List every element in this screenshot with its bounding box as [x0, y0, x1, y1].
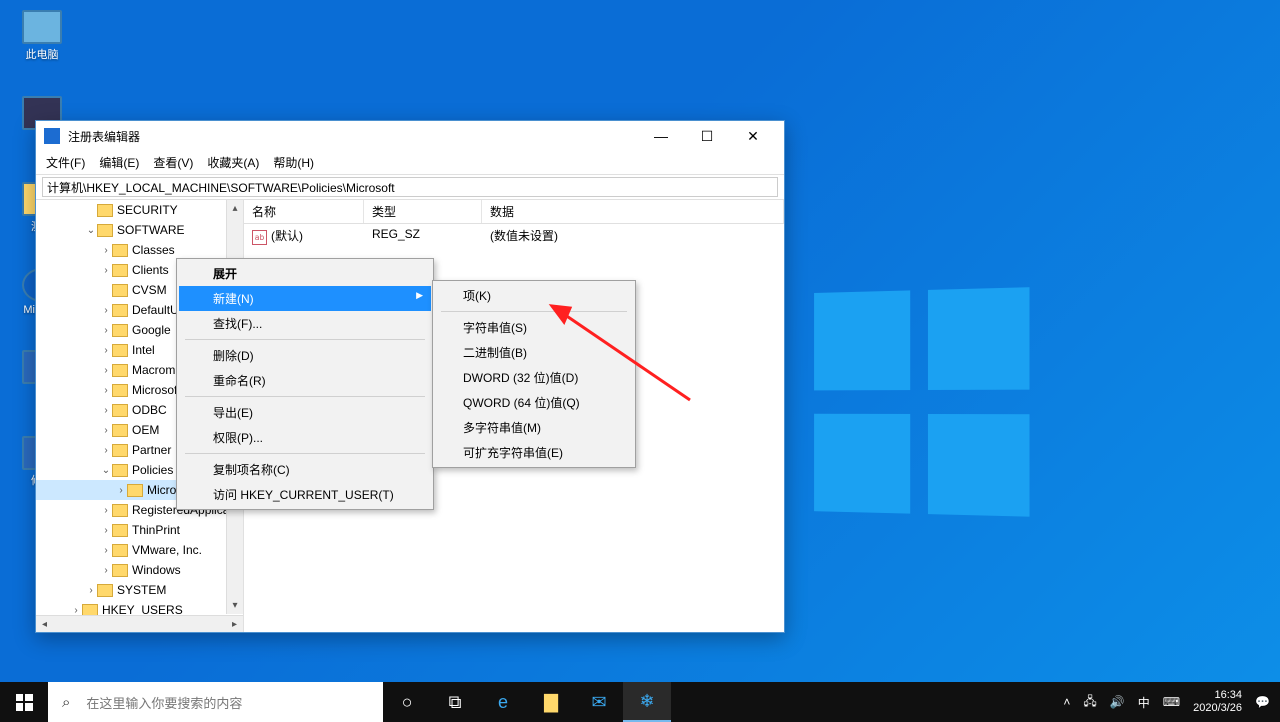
tree-scrollbar-horizontal[interactable]: ◂▸ [36, 615, 243, 632]
folder-icon [112, 244, 128, 257]
col-type[interactable]: 类型 [364, 200, 482, 223]
ctx-export[interactable]: 导出(E) [179, 400, 431, 425]
string-value-icon: ab [252, 230, 267, 245]
menu-edit[interactable]: 编辑(E) [99, 154, 139, 171]
tree-item[interactable]: SECURITY [36, 200, 243, 220]
tree-item[interactable]: ›ThinPrint [36, 520, 243, 540]
menu-file[interactable]: 文件(F) [46, 154, 85, 171]
tray-keyboard-icon[interactable]: ⌨ [1163, 695, 1180, 709]
folder-icon [112, 544, 128, 557]
search-box[interactable]: ⌕ 在这里输入你要搜索的内容 [48, 682, 383, 722]
folder-icon [127, 484, 143, 497]
folder-icon [97, 204, 113, 217]
folder-icon [112, 264, 128, 277]
folder-icon [97, 224, 113, 237]
tray-notifications-icon[interactable]: 💬 [1255, 695, 1270, 709]
folder-icon [112, 564, 128, 577]
separator [441, 311, 627, 312]
tree-item[interactable]: ›SYSTEM [36, 580, 243, 600]
taskbar-app-active[interactable]: ❄ [623, 682, 671, 722]
titlebar[interactable]: 注册表编辑器 — ☐ ✕ [36, 121, 784, 151]
separator [185, 339, 425, 340]
folder-icon [112, 284, 128, 297]
new-submenu: 项(K) 字符串值(S) 二进制值(B) DWORD (32 位)值(D) QW… [432, 280, 636, 468]
folder-icon [112, 424, 128, 437]
folder-icon [112, 404, 128, 417]
taskview-icon[interactable]: ⧉ [431, 682, 479, 722]
tree-item[interactable]: ›Windows [36, 560, 243, 580]
folder-icon [112, 384, 128, 397]
folder-icon [112, 304, 128, 317]
address-bar [36, 175, 784, 200]
tray-ime[interactable]: 中 [1138, 694, 1150, 711]
separator [185, 396, 425, 397]
tray-chevron-icon[interactable]: ˄ [1063, 695, 1070, 709]
tree-item[interactable]: ›Classes [36, 240, 243, 260]
ctx-rename[interactable]: 重命名(R) [179, 368, 431, 393]
windows-logo-bg [814, 287, 1042, 523]
folder-icon [112, 444, 128, 457]
new-qword[interactable]: QWORD (64 位)值(Q) [435, 390, 633, 415]
new-multistring[interactable]: 多字符串值(M) [435, 415, 633, 440]
folder-icon [112, 504, 128, 517]
ctx-expand[interactable]: 展开 [179, 261, 431, 286]
new-string[interactable]: 字符串值(S) [435, 315, 633, 340]
regedit-icon [44, 128, 60, 144]
start-button[interactable] [0, 682, 48, 722]
edge-icon[interactable]: e [479, 682, 527, 722]
search-icon: ⌕ [62, 694, 70, 711]
new-dword[interactable]: DWORD (32 位)值(D) [435, 365, 633, 390]
explorer-icon[interactable]: ▇ [527, 682, 575, 722]
new-key[interactable]: 项(K) [435, 283, 633, 308]
col-data[interactable]: 数据 [482, 200, 784, 223]
context-menu: 展开 新建(N) 查找(F)... 删除(D) 重命名(R) 导出(E) 权限(… [176, 258, 434, 510]
tray-clock[interactable]: 16:34 2020/3/26 [1193, 689, 1242, 715]
tree-item[interactable]: ›VMware, Inc. [36, 540, 243, 560]
search-placeholder: 在这里输入你要搜索的内容 [86, 693, 242, 712]
menu-view[interactable]: 查看(V) [153, 154, 193, 171]
list-header: 名称 类型 数据 [244, 200, 784, 224]
ctx-copy-keyname[interactable]: 复制项名称(C) [179, 457, 431, 482]
folder-icon [112, 524, 128, 537]
folder-icon [112, 324, 128, 337]
folder-icon [112, 344, 128, 357]
menu-favorites[interactable]: 收藏夹(A) [207, 154, 259, 171]
minimize-button[interactable]: — [638, 121, 684, 151]
ctx-goto-hkcu[interactable]: 访问 HKEY_CURRENT_USER(T) [179, 482, 431, 507]
ctx-delete[interactable]: 删除(D) [179, 343, 431, 368]
ctx-permissions[interactable]: 权限(P)... [179, 425, 431, 450]
list-row[interactable]: ab(默认) REG_SZ (数值未设置) [244, 224, 784, 248]
ctx-find[interactable]: 查找(F)... [179, 311, 431, 336]
col-name[interactable]: 名称 [244, 200, 364, 223]
taskbar: ⌕ 在这里输入你要搜索的内容 ○ ⧉ e ▇ ✉ ❄ ˄ 🖧 🔊 中 ⌨ 16:… [0, 682, 1280, 722]
folder-icon [112, 364, 128, 377]
new-binary[interactable]: 二进制值(B) [435, 340, 633, 365]
window-title: 注册表编辑器 [68, 128, 638, 145]
ctx-new[interactable]: 新建(N) [179, 286, 431, 311]
tray-network-icon[interactable]: 🖧 [1083, 692, 1096, 713]
separator [185, 453, 425, 454]
tree-item[interactable]: ⌄SOFTWARE [36, 220, 243, 240]
menu-help[interactable]: 帮助(H) [273, 154, 314, 171]
tray-volume-icon[interactable]: 🔊 [1110, 695, 1125, 709]
maximize-button[interactable]: ☐ [684, 121, 730, 151]
close-button[interactable]: ✕ [730, 121, 776, 151]
new-expandstring[interactable]: 可扩充字符串值(E) [435, 440, 633, 465]
desktop-icon-pc[interactable]: 此电脑 [6, 10, 78, 62]
cortana-icon[interactable]: ○ [383, 682, 431, 722]
menubar: 文件(F) 编辑(E) 查看(V) 收藏夹(A) 帮助(H) [36, 151, 784, 175]
system-tray: ˄ 🖧 🔊 中 ⌨ 16:34 2020/3/26 💬 [1053, 689, 1280, 715]
address-input[interactable] [42, 177, 778, 197]
folder-icon [112, 464, 128, 477]
mail-icon[interactable]: ✉ [575, 682, 623, 722]
folder-icon [97, 584, 113, 597]
